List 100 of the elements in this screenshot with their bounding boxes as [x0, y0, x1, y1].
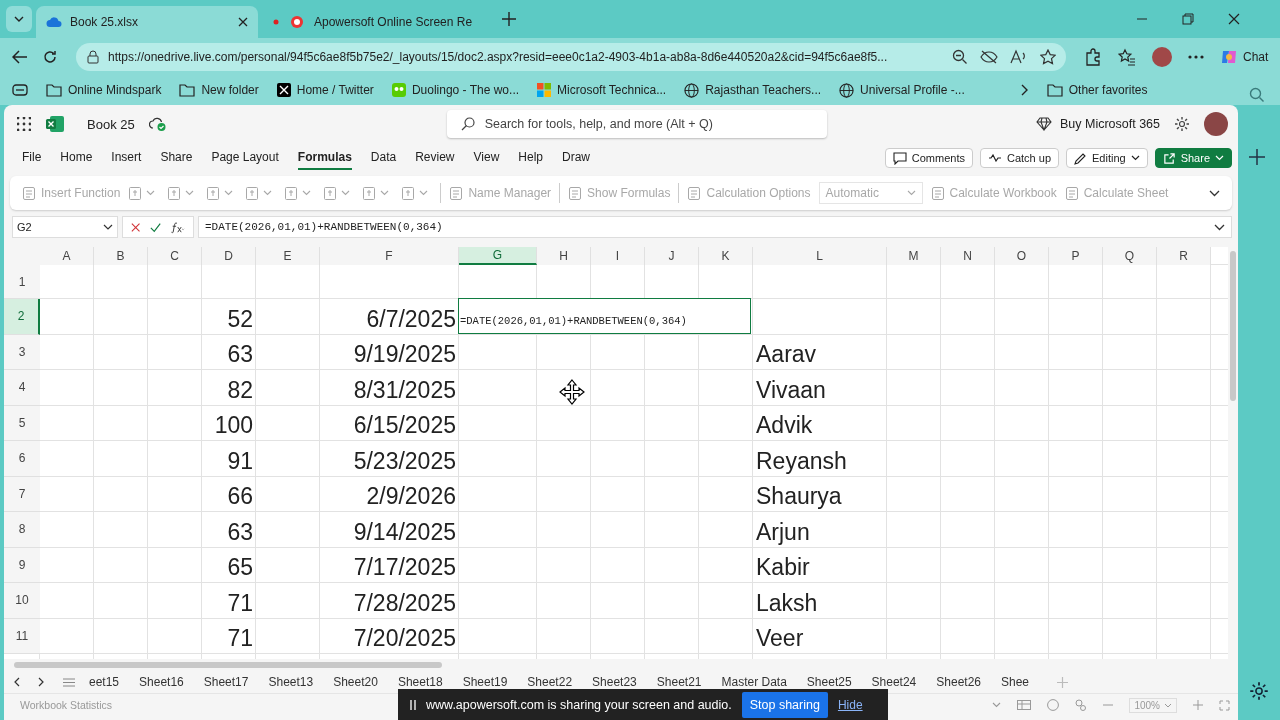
stop-sharing-button[interactable]: Stop sharing	[741, 691, 828, 718]
column-header[interactable]: J	[645, 247, 699, 265]
document-title[interactable]: Book 25	[87, 116, 135, 132]
restore-icon[interactable]	[1182, 13, 1194, 25]
column-header[interactable]: M	[887, 247, 941, 265]
sidebar-toggle-icon[interactable]	[12, 84, 28, 96]
settings-icon[interactable]	[1249, 681, 1269, 701]
column-header[interactable]: G	[459, 247, 537, 265]
sheet-tab[interactable]: Sheet23	[582, 675, 647, 689]
copilot-chat-button[interactable]: Chat	[1220, 47, 1269, 66]
bookmark-link[interactable]: Microsoft Technica...	[537, 83, 667, 97]
row-header[interactable]: 1	[4, 265, 40, 299]
lock-icon[interactable]	[86, 49, 100, 64]
user-avatar[interactable]	[1204, 112, 1228, 136]
profile-avatar[interactable]	[1152, 46, 1172, 67]
column-header[interactable]: A	[40, 247, 94, 265]
check-icon[interactable]	[150, 221, 162, 233]
cloud-saved-icon[interactable]	[148, 116, 167, 132]
row-header[interactable]: 4	[4, 370, 40, 406]
sheet-tab[interactable]: Shee	[991, 675, 1040, 689]
formula-field[interactable]: =DATE(2026,01,01)+RANDBETWEEN(0,364)	[198, 216, 1232, 238]
column-header[interactable]: N	[941, 247, 995, 265]
previous-sheet-icon[interactable]	[13, 677, 20, 687]
sheet-tab[interactable]: Sheet26	[926, 675, 991, 689]
favorites-icon[interactable]	[1118, 47, 1136, 66]
column-header[interactable]: Q	[1103, 247, 1157, 265]
other-favorites-link[interactable]: Other favorites	[1046, 83, 1148, 97]
sheet-tab[interactable]: Master Data	[711, 675, 797, 689]
all-sheets-icon[interactable]	[63, 677, 75, 687]
tab-actions-button[interactable]	[6, 6, 32, 32]
bookmark-link[interactable]: New folder	[179, 83, 259, 97]
close-icon[interactable]	[238, 17, 248, 27]
column-header[interactable]: K	[699, 247, 753, 265]
sheet-tab[interactable]: Sheet21	[646, 675, 712, 689]
browser-tab[interactable]: Apowersoft Online Screen Re	[262, 6, 484, 38]
refresh-icon[interactable]	[42, 48, 58, 65]
sheet-tab[interactable]: Sheet16	[129, 675, 194, 689]
column-header[interactable]: O	[995, 247, 1049, 265]
ribbon-tab[interactable]: Share	[160, 146, 193, 170]
column-header[interactable]: I	[591, 247, 645, 265]
ribbon-tab[interactable]: Review	[415, 146, 455, 170]
chevron-right-icon[interactable]	[1020, 84, 1029, 96]
ribbon-tab[interactable]: Data	[370, 146, 397, 170]
close-icon[interactable]	[1228, 13, 1240, 25]
ribbon-tab[interactable]: Help	[518, 146, 543, 170]
browser-tab[interactable]: Book 25.xlsx	[36, 6, 258, 38]
settings-icon[interactable]	[1174, 116, 1190, 132]
catch-up-button[interactable]: Catch up	[979, 148, 1059, 168]
hide-link[interactable]: Hide	[837, 697, 863, 712]
scroll-thumb[interactable]	[1230, 251, 1236, 401]
sheet-tab[interactable]: Sheet24	[861, 675, 927, 689]
bookmark-link[interactable]: Universal Profile -...	[839, 82, 965, 98]
extensions-icon[interactable]	[1084, 47, 1102, 66]
bookmark-link[interactable]: Duolingo - The wo...	[391, 83, 520, 97]
sheet-tab[interactable]: Sheet13	[258, 675, 324, 689]
ribbon-tab[interactable]: Insert	[111, 146, 142, 170]
ribbon-tab[interactable]: View	[473, 146, 500, 170]
bookmark-link[interactable]: Home / Twitter	[276, 83, 374, 97]
column-header[interactable]: P	[1049, 247, 1103, 265]
back-icon[interactable]	[12, 49, 28, 64]
add-icon[interactable]	[1249, 149, 1265, 165]
sheet-tab[interactable]: eet15	[79, 675, 130, 689]
zoom-icon[interactable]	[952, 48, 968, 65]
cancel-icon[interactable]	[131, 221, 141, 233]
normal-view-icon[interactable]	[1017, 700, 1032, 710]
editing-mode-button[interactable]: Editing	[1066, 148, 1148, 168]
more-icon[interactable]	[1188, 54, 1204, 59]
ribbon-tab[interactable]: Home	[60, 146, 93, 170]
search-field[interactable]: Search for tools, help, and more (Alt + Q)	[446, 110, 827, 138]
ribbon-tab[interactable]: Formulas	[297, 146, 352, 170]
bookmark-link[interactable]: Rajasthan Teachers...	[684, 82, 822, 98]
scroll-thumb[interactable]	[14, 662, 442, 668]
column-header[interactable]: C	[148, 247, 202, 265]
next-sheet-icon[interactable]	[38, 677, 45, 687]
column-header[interactable]: R	[1157, 247, 1211, 265]
column-header[interactable]: D	[202, 247, 256, 265]
sheet-tab[interactable]: Sheet19	[452, 675, 518, 689]
row-header[interactable]: 5	[4, 405, 40, 441]
bookmark-link[interactable]: Online Mindspark	[46, 83, 162, 97]
sheet-tab[interactable]: Sheet18	[387, 675, 453, 689]
name-box[interactable]: G2	[12, 216, 118, 238]
column-header[interactable]: L	[753, 247, 887, 265]
search-icon[interactable]	[1249, 87, 1265, 103]
share-button[interactable]: Share	[1154, 148, 1232, 168]
row-header[interactable]: 6	[4, 441, 40, 477]
column-header[interactable]: E	[256, 247, 320, 265]
cell-editor[interactable]: =DATE(2026,01,01)+RANDBETWEEN(0,364)	[458, 298, 751, 334]
feedback-icon[interactable]	[1075, 699, 1088, 711]
row-header[interactable]: 2	[4, 299, 40, 335]
read-aloud-icon[interactable]	[1010, 48, 1028, 65]
ribbon-tab[interactable]: Draw	[562, 146, 591, 170]
ribbon-tab[interactable]: Page Layout	[211, 146, 279, 170]
insert-function-icon[interactable]	[171, 220, 185, 234]
sheet-tab[interactable]: Sheet20	[323, 675, 388, 689]
comments-button[interactable]: Comments	[884, 148, 973, 168]
row-header[interactable]: 11	[4, 618, 40, 654]
sheet-tab[interactable]: Sheet25	[796, 675, 862, 689]
star-icon[interactable]	[1040, 48, 1056, 65]
new-tab-icon[interactable]	[502, 12, 516, 26]
ribbon-tab[interactable]: File	[22, 146, 42, 170]
